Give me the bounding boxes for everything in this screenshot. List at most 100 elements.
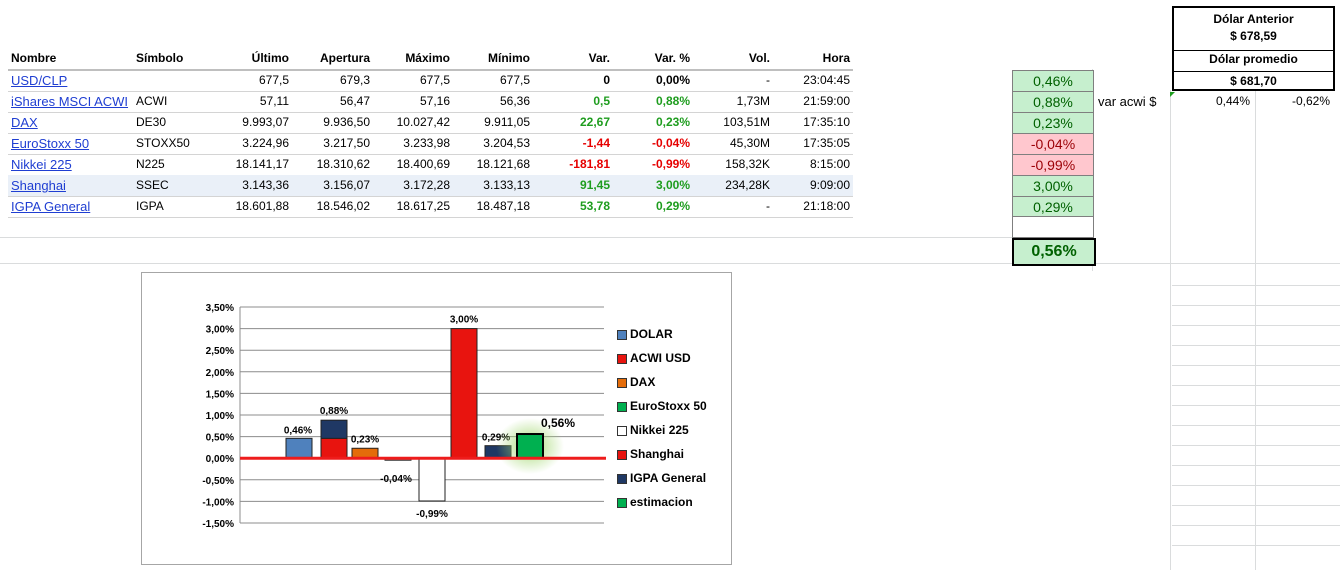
cell-open[interactable]: 9.936,50 [300,112,370,133]
cell-open[interactable]: 679,3 [300,70,370,91]
cell-time[interactable]: 21:18:00 [780,196,850,217]
cell-symbol[interactable]: N225 [136,154,165,175]
cell-vol[interactable]: - [700,196,770,217]
col-header-var-pct[interactable]: Var. % [620,48,690,69]
cell-symbol[interactable]: STOXX50 [136,133,190,154]
cell-vol[interactable]: 103,51M [700,112,770,133]
cell-symbol[interactable]: SSEC [136,175,169,196]
cell-time[interactable]: 17:35:05 [780,133,850,154]
cell-low[interactable]: 9.911,05 [460,112,530,133]
cell-high[interactable]: 3.172,28 [380,175,450,196]
col-header-apertura[interactable]: Apertura [300,48,370,69]
var-pct-cell[interactable]: 0,46% [1012,70,1094,92]
cell-open[interactable]: 56,47 [300,91,370,112]
cell-var-pct[interactable]: 0,00% [620,70,690,91]
table-row[interactable]: iShares MSCI ACWI ACWI 57,11 56,47 57,16 56,3… [8,91,853,113]
cell-low[interactable]: 18.121,68 [460,154,530,175]
cell-vol[interactable]: 1,73M [700,91,770,112]
cell-last[interactable]: 18.141,17 [221,154,289,175]
cell-vol[interactable]: - [700,70,770,91]
cell-last[interactable]: 3.143,36 [221,175,289,196]
instrument-link[interactable]: USD/CLP [11,70,67,91]
col-header-vol[interactable]: Vol. [700,48,770,69]
variation-chart[interactable]: 3,50% 3,00% 2,50% 2,00% 1,50% 1,00% 0,50% 0,00%… [141,272,732,565]
cell-var[interactable]: 91,45 [540,175,610,196]
cell-var-pct[interactable]: 0,29% [620,196,690,217]
cell-var[interactable]: 53,78 [540,196,610,217]
cell-low[interactable]: 3.204,53 [460,133,530,154]
col-header-hora[interactable]: Hora [780,48,850,69]
cell-vol[interactable]: 45,30M [700,133,770,154]
cell-symbol[interactable]: IGPA [136,196,164,217]
cell-high[interactable]: 677,5 [380,70,450,91]
cell-high[interactable]: 18.617,25 [380,196,450,217]
cell-open[interactable]: 3.156,07 [300,175,370,196]
instrument-link[interactable]: DAX [11,112,38,133]
cell-high[interactable]: 18.400,69 [380,154,450,175]
var-pct-cell[interactable]: -0,04% [1012,133,1094,155]
cell-var-pct[interactable]: 0,88% [620,91,690,112]
cell-var[interactable]: -1,44 [540,133,610,154]
cell-var-pct[interactable]: 3,00% [620,175,690,196]
table-row[interactable]: Shanghai SSEC 3.143,36 3.156,07 3.172,28 3.13… [8,175,853,197]
cell-low[interactable]: 3.133,13 [460,175,530,196]
cell-var-pct[interactable]: -0,99% [620,154,690,175]
cell-last[interactable]: 9.993,07 [221,112,289,133]
cell-time[interactable]: 21:59:00 [780,91,850,112]
cell-vol[interactable]: 158,32K [700,154,770,175]
cell-var[interactable]: -181,81 [540,154,610,175]
instrument-link[interactable]: iShares MSCI ACWI [11,91,128,112]
cell-low[interactable]: 18.487,18 [460,196,530,217]
data-label: -0,99% [416,509,448,520]
cell-last[interactable]: 57,11 [221,91,289,112]
table-row[interactable]: USD/CLP 677,5 679,3 677,5 677,5 0 0,00% -23:04:… [8,70,853,92]
cell-high[interactable]: 3.233,98 [380,133,450,154]
cell-open[interactable]: 18.310,62 [300,154,370,175]
cell-high[interactable]: 57,16 [380,91,450,112]
estimate-cell[interactable]: 0,56% [1012,238,1096,266]
cell-symbol[interactable]: DE30 [136,112,166,133]
col-header-ultimo[interactable]: Último [221,48,289,69]
cell-time[interactable]: 23:04:45 [780,70,850,91]
cell-var[interactable]: 0,5 [540,91,610,112]
var-pct-cell[interactable]: 3,00% [1012,175,1094,197]
cell-vol[interactable]: 234,28K [700,175,770,196]
var-pct-cell[interactable]: 0,23% [1012,112,1094,134]
cell-last[interactable]: 677,5 [221,70,289,91]
col-header-maximo[interactable]: Máximo [380,48,450,69]
cell-time[interactable]: 17:35:10 [780,112,850,133]
cell-symbol[interactable]: ACWI [136,91,167,112]
col-header-simbolo[interactable]: Símbolo [136,48,183,69]
cell-var-pct[interactable]: 0,23% [620,112,690,133]
col-header-var[interactable]: Var. [540,48,610,69]
chart-svg: 3,50% 3,00% 2,50% 2,00% 1,50% 1,00% 0,50% 0,00%… [202,303,606,530]
cell-time[interactable]: 8:15:00 [780,154,850,175]
cell-high[interactable]: 10.027,42 [380,112,450,133]
cell-last[interactable]: 18.601,88 [221,196,289,217]
empty-cell[interactable] [1012,216,1094,238]
instrument-link[interactable]: EuroStoxx 50 [11,133,89,154]
cell-var[interactable]: 0 [540,70,610,91]
table-row[interactable]: DAX DE30 9.993,07 9.936,50 10.027,42 9.911,05… [8,112,853,134]
col-header-minimo[interactable]: Mínimo [460,48,530,69]
var-pct-cell[interactable]: 0,29% [1012,196,1094,218]
legend-swatch [617,378,627,388]
instrument-link[interactable]: IGPA General [11,196,90,217]
var-pct-cell[interactable]: -0,99% [1012,154,1094,176]
col-header-nombre[interactable]: Nombre [11,48,56,69]
instrument-link[interactable]: Nikkei 225 [11,154,72,175]
cell-var[interactable]: 22,67 [540,112,610,133]
instrument-link[interactable]: Shanghai [11,175,66,196]
table-row[interactable]: Nikkei 225 N225 18.141,17 18.310,62 18.400,6… [8,154,853,176]
cell-open[interactable]: 3.217,50 [300,133,370,154]
var-pct-cell[interactable]: 0,88% [1012,91,1094,113]
cell-low[interactable]: 56,36 [460,91,530,112]
table-row[interactable]: EuroStoxx 50 STOXX50 3.224,96 3.217,50 3.233… [8,133,853,155]
cell-var-pct[interactable]: -0,04% [620,133,690,154]
cell-time[interactable]: 9:09:00 [780,175,850,196]
cell-open[interactable]: 18.546,02 [300,196,370,217]
cell-low[interactable]: 677,5 [460,70,530,91]
data-label: 0,23% [351,434,379,445]
cell-last[interactable]: 3.224,96 [221,133,289,154]
table-row[interactable]: IGPA General IGPA 18.601,88 18.546,02 18.617… [8,196,853,218]
